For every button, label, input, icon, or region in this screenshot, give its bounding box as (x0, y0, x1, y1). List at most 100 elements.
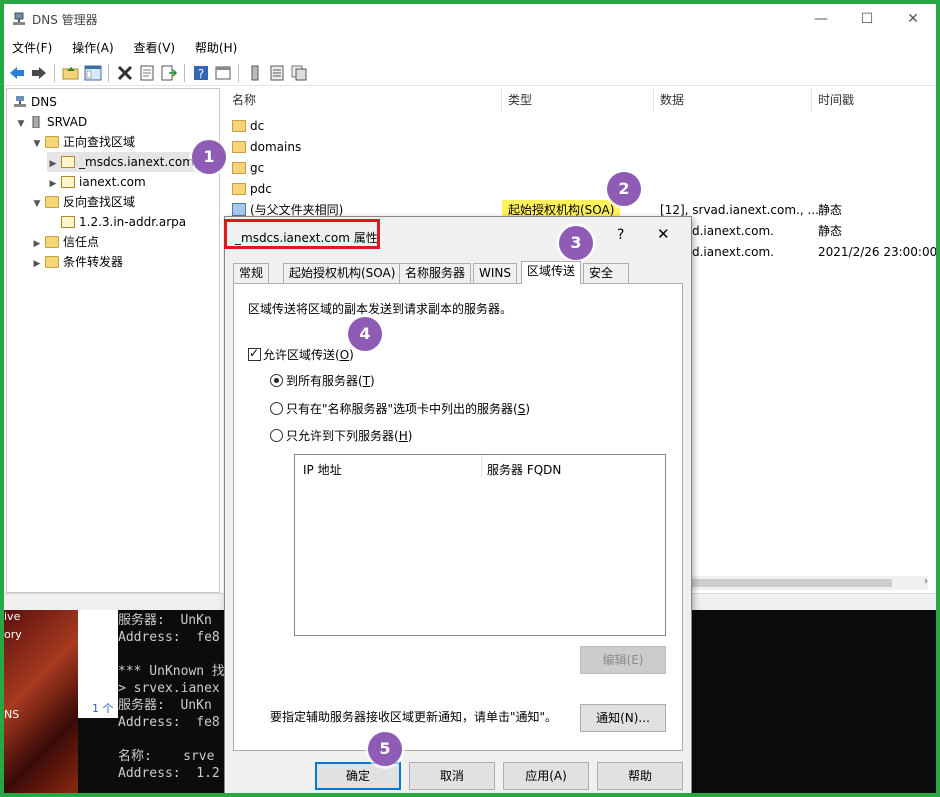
soa-timestamp-cell: 静态 (818, 203, 843, 217)
server-list[interactable]: IP 地址 服务器 FQDN (294, 454, 666, 636)
checkbox-checked-icon[interactable]: ✓ (248, 346, 261, 361)
expand-down-icon[interactable]: ▼ (31, 194, 43, 214)
tree-label: _msdcs.ianext.com (79, 155, 194, 169)
apply-button[interactable]: 应用(A) (503, 762, 589, 790)
tree-label: 反向查找区域 (63, 195, 136, 209)
step-badge-4: 4 (348, 317, 382, 351)
view-icon[interactable] (214, 64, 232, 82)
folder-icon (232, 141, 246, 153)
tree-node-conditional-forwarders[interactable]: ▶ 条件转发器 (31, 252, 123, 272)
radio-following-servers[interactable]: 只允许到下列服务器(H) (270, 427, 412, 444)
terminal-output: 服务器: UnKn Address: fe8 *** UnKnown 找 > srv… (118, 613, 225, 781)
expand-right-icon[interactable]: ▶ (47, 174, 59, 194)
tab-zone-transfers[interactable]: 区域传送 (521, 261, 582, 284)
tab-wins[interactable]: WINS (473, 263, 517, 283)
radio-unselected-icon[interactable] (270, 402, 283, 415)
back-arrow-icon[interactable] (8, 64, 26, 82)
tree-node-msdcs[interactable]: ▶ _msdcs.ianext.com (47, 152, 205, 172)
expand-right-icon[interactable]: ▶ (31, 234, 43, 254)
radio-unselected-icon[interactable] (270, 429, 283, 442)
dns-icon (14, 96, 26, 107)
help-question-button[interactable]: ? (617, 227, 624, 243)
radio-all-servers[interactable]: 到所有服务器(T) (270, 372, 375, 389)
menu-file[interactable]: 文件(F) (4, 36, 60, 59)
tree-label: DNS (31, 95, 57, 109)
column-header-data[interactable]: 数据 (654, 88, 812, 112)
tab-general[interactable]: 常规 (233, 263, 270, 283)
zone-icon (61, 156, 75, 168)
step-badge-3: 3 (559, 226, 593, 260)
tree-node-reverse-zones[interactable]: ▼ 反向查找区域 (31, 192, 135, 212)
radio-selected-icon[interactable] (270, 374, 283, 387)
tree-node-ianext[interactable]: ▶ ianext.com (47, 172, 146, 192)
dns-manager-window: DNS 管理器 — ☐ ✕ 文件(F) 操作(A) 查看(V) 帮助(H) ? … (4, 4, 936, 793)
server-icon[interactable] (246, 64, 264, 82)
tree-label: 正向查找区域 (63, 135, 136, 149)
delete-icon[interactable] (116, 64, 134, 82)
side-panel: 1 个 (78, 610, 118, 718)
tree-label: 1.2.3.in-addr.arpa (79, 215, 187, 229)
list-records-icon[interactable] (268, 64, 286, 82)
menu-action[interactable]: 操作(A) (64, 36, 122, 59)
column-header-type[interactable]: 类型 (502, 88, 654, 112)
dns-app-icon (13, 12, 25, 25)
dialog-close-button[interactable]: ✕ (657, 225, 670, 243)
menu-view[interactable]: 查看(V) (126, 36, 184, 59)
forward-arrow-icon[interactable] (30, 64, 48, 82)
column-header-timestamp[interactable]: 时间戳 (812, 88, 936, 112)
title-bar: DNS 管理器 — ☐ ✕ (4, 4, 936, 34)
server-icon (32, 116, 40, 128)
notify-button[interactable]: 通知(N)... (580, 704, 666, 732)
tree-label: ianext.com (79, 175, 146, 189)
notify-description: 要指定辅助服务器接收区域更新通知，请单击"通知"。 (270, 710, 558, 724)
tree-node-dns[interactable]: DNS (11, 92, 57, 112)
tab-soa[interactable]: 起始授权机构(SOA) (283, 263, 402, 283)
column-header-name[interactable]: 名称 (226, 88, 502, 112)
properties-icon[interactable] (138, 64, 156, 82)
minimize-button[interactable]: — (798, 4, 844, 34)
maximize-button[interactable]: ☐ (844, 4, 890, 34)
folder-icon (45, 236, 59, 248)
step-badge-1: 1 (192, 140, 226, 174)
help-icon[interactable]: ? (192, 64, 210, 82)
export-list-icon[interactable] (160, 64, 178, 82)
tree-label: SRVAD (47, 115, 88, 129)
folder-icon (45, 196, 59, 208)
folder-icon (232, 183, 246, 195)
expand-down-icon[interactable]: ▼ (15, 114, 27, 134)
zone-properties-dialog: _msdcs.ianext.com 属性 ? ✕ 常规 起始授权机构(SOA) … (224, 216, 692, 793)
column-header-fqdn: 服务器 FQDN (487, 463, 562, 477)
tab-security[interactable]: 安全 (583, 263, 629, 283)
horizontal-scrollbar[interactable] (692, 576, 928, 590)
close-window-button[interactable]: ✕ (890, 4, 936, 34)
up-folder-icon[interactable] (62, 64, 80, 82)
tab-name-servers[interactable]: 名称服务器 (399, 263, 472, 283)
step-badge-5: 5 (368, 732, 402, 766)
cancel-button[interactable]: 取消 (409, 762, 495, 790)
ok-button[interactable]: 确定 (315, 762, 401, 790)
folder-icon (45, 136, 59, 148)
tree-node-trust-points[interactable]: ▶ 信任点 (31, 232, 99, 252)
copy-records-icon[interactable] (290, 64, 308, 82)
radio-name-servers-only[interactable]: 只有在"名称服务器"选项卡中列出的服务器(S) (270, 400, 530, 417)
menu-help[interactable]: 帮助(H) (187, 36, 245, 59)
folder-icon (45, 256, 59, 268)
tree-node-srvad[interactable]: ▼ SRVAD (15, 112, 88, 134)
tree-label: 条件转发器 (63, 255, 124, 269)
allow-zone-transfers-checkbox[interactable]: ✓ 允许区域传送(O) (248, 346, 354, 363)
expand-down-icon[interactable]: ▼ (31, 134, 43, 154)
show-hide-tree-icon[interactable] (84, 64, 102, 82)
tree-node-forward-zones[interactable]: ▼ 正向查找区域 (31, 132, 135, 152)
folder-icon (232, 162, 246, 174)
zone-icon (61, 216, 75, 228)
annotation-highlight-box (224, 219, 380, 249)
tree-node-arpa[interactable]: 1.2.3.in-addr.arpa (59, 212, 186, 232)
svg-text:?: ? (198, 67, 204, 81)
expand-right-icon[interactable]: ▶ (31, 254, 43, 274)
expand-right-icon[interactable]: ▶ (47, 154, 59, 174)
window-title: DNS 管理器 (32, 13, 98, 27)
scroll-right-icon[interactable]: › (924, 576, 928, 587)
zone-transfer-description: 区域传送将区域的副本发送到请求副本的服务器。 (248, 302, 513, 316)
help-button[interactable]: 帮助 (597, 762, 683, 790)
edit-button[interactable]: 编辑(E) (580, 646, 666, 674)
